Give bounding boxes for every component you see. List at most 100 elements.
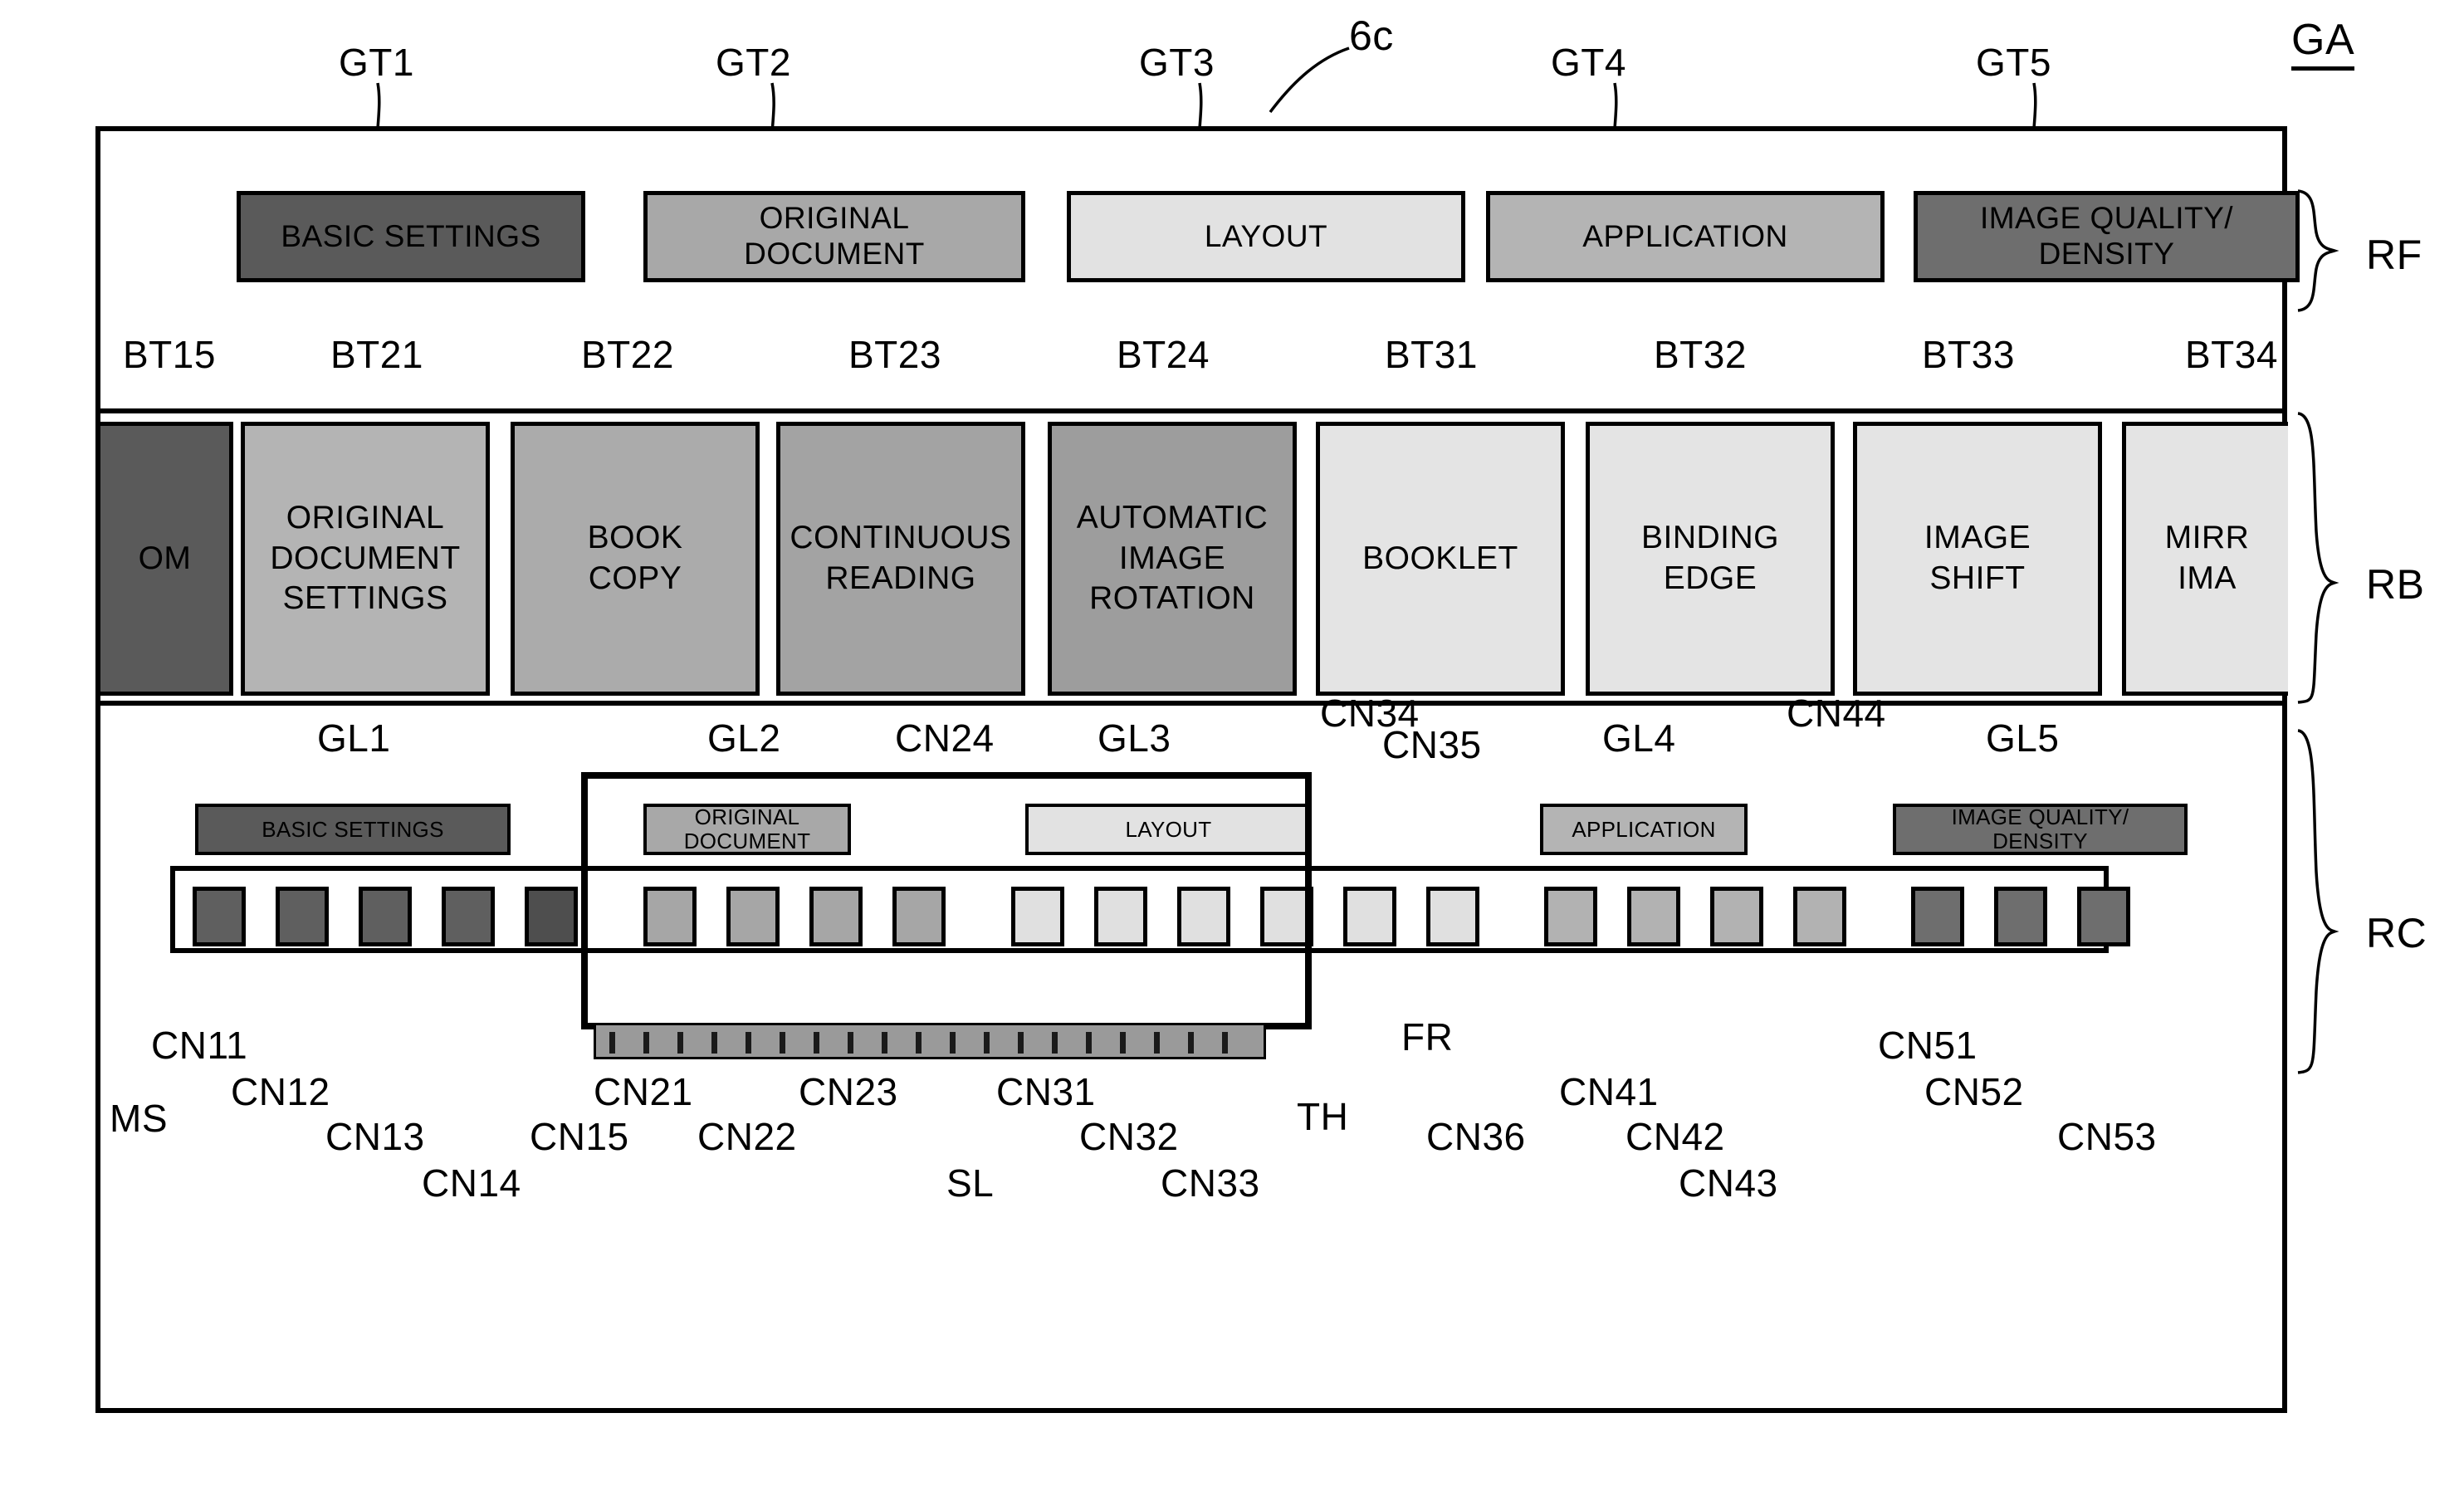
- callout-gl1: GL1: [317, 716, 391, 760]
- callout-cn22: CN22: [697, 1115, 797, 1158]
- minimap-chip-cn51[interactable]: [1911, 887, 1964, 946]
- label-text: BOOK COPY: [587, 520, 683, 596]
- callout-cn44: CN44: [1787, 692, 1886, 735]
- group-label-application[interactable]: APPLICATION: [1540, 804, 1748, 855]
- label-text: OM: [138, 540, 192, 576]
- label-text: APPLICATION: [1572, 816, 1716, 842]
- callout-bt23: BT23: [848, 333, 941, 376]
- callout-cn52: CN52: [1924, 1070, 2024, 1113]
- group-label-image-quality[interactable]: IMAGE QUALITY/DENSITY: [1893, 804, 2188, 855]
- button-continuous-reading[interactable]: CONTINUOUS READING: [776, 422, 1025, 696]
- callout-cn11: CN11: [151, 1024, 248, 1067]
- button-booklet[interactable]: BOOKLET: [1316, 422, 1565, 696]
- slider-tick: [609, 1032, 615, 1054]
- callout-gt4: GT4: [1551, 41, 1626, 84]
- minimap-chip-cn42[interactable]: [1627, 887, 1680, 946]
- tab-layout[interactable]: LAYOUT: [1067, 191, 1465, 282]
- minimap-chip-cn13[interactable]: [359, 887, 412, 946]
- figure-id-label: GA: [2291, 15, 2355, 71]
- callout-cn33: CN33: [1161, 1161, 1260, 1205]
- callout-cn36: CN36: [1426, 1115, 1526, 1158]
- callout-gt1: GT1: [339, 41, 414, 84]
- callout-cn24: CN24: [895, 716, 995, 760]
- button-mirror-image[interactable]: MIRR IMA: [2122, 422, 2288, 696]
- callout-gl4: GL4: [1602, 716, 1676, 760]
- slider-tick: [711, 1032, 717, 1054]
- slider-tick: [1120, 1032, 1126, 1054]
- callout-bt24: BT24: [1117, 333, 1210, 376]
- callout-th: TH: [1297, 1095, 1349, 1138]
- slider-tick: [950, 1032, 956, 1054]
- slider-tick: [882, 1032, 887, 1054]
- callout-ms: MS: [110, 1097, 168, 1140]
- callout-fr: FR: [1401, 1015, 1454, 1059]
- callout-cn43: CN43: [1679, 1161, 1778, 1205]
- callout-cn23: CN23: [799, 1070, 898, 1113]
- minimap-chip-cn44[interactable]: [1793, 887, 1846, 946]
- button-image-shift[interactable]: IMAGE SHIFT: [1853, 422, 2102, 696]
- slider-tick: [848, 1032, 853, 1054]
- slider-tick: [916, 1032, 922, 1054]
- minimap-chip-cn35[interactable]: [1343, 887, 1396, 946]
- tab-original-document[interactable]: ORIGINAL DOCUMENT: [643, 191, 1025, 282]
- minimap-chip-cn11[interactable]: [193, 887, 246, 946]
- callout-cn41: CN41: [1559, 1070, 1659, 1113]
- callout-gt3: GT3: [1139, 41, 1215, 84]
- label-text: ORIGINAL DOCUMENT SETTINGS: [270, 499, 461, 617]
- callout-cn42: CN42: [1626, 1115, 1725, 1158]
- slider-tick: [984, 1032, 990, 1054]
- label-text: IMAGE QUALITY/DENSITY: [1979, 201, 2234, 271]
- bracket-label-rc: RC: [2366, 910, 2427, 956]
- callout-cn53: CN53: [2057, 1115, 2157, 1158]
- tab-basic-settings[interactable]: BASIC SETTINGS: [237, 191, 585, 282]
- callout-bt32: BT32: [1654, 333, 1747, 376]
- slider-tick: [1222, 1032, 1228, 1054]
- callout-bt34: BT34: [2185, 333, 2278, 376]
- label-text: BASIC SETTINGS: [281, 218, 541, 253]
- minimap-chip-cn12[interactable]: [276, 887, 329, 946]
- callout-cn21: CN21: [594, 1070, 693, 1113]
- minimap-chip-cn52[interactable]: [1994, 887, 2047, 946]
- minimap-chip-cn41[interactable]: [1544, 887, 1597, 946]
- slider-tick: [1154, 1032, 1160, 1054]
- label-text: AUTOMATIC IMAGE ROTATION: [1076, 499, 1269, 617]
- slider-tick: [677, 1032, 683, 1054]
- slider-thumb[interactable]: [594, 1023, 1266, 1059]
- label-text: ORIGINAL DOCUMENT: [744, 201, 925, 271]
- slider-tick: [814, 1032, 819, 1054]
- callout-bt31: BT31: [1385, 333, 1478, 376]
- bracket-label-rf: RF: [2366, 232, 2422, 278]
- callout-sl: SL: [946, 1161, 995, 1205]
- divider-rf-rb: [95, 408, 2287, 413]
- divider-rb-rc: [95, 701, 2287, 706]
- label-text: BASIC SETTINGS: [262, 816, 444, 842]
- tab-image-quality[interactable]: IMAGE QUALITY/DENSITY: [1914, 191, 2300, 282]
- bracket-label-rb: RB: [2366, 561, 2425, 608]
- minimap-chip-cn53[interactable]: [2077, 887, 2130, 946]
- minimap-chip-cn36[interactable]: [1426, 887, 1479, 946]
- callout-bt21: BT21: [330, 333, 423, 376]
- callout-cn14: CN14: [422, 1161, 521, 1205]
- label-text: IMAGE QUALITY/DENSITY: [1951, 804, 2129, 853]
- slider-tick: [1086, 1032, 1092, 1054]
- label-text: LAYOUT: [1204, 218, 1328, 253]
- figure-outer-frame: [95, 126, 2287, 1413]
- selection-frame[interactable]: [581, 772, 1312, 1029]
- label-text: MIRR IMA: [2164, 520, 2250, 596]
- callout-gl3: GL3: [1098, 716, 1171, 760]
- button-binding-edge[interactable]: BINDING EDGE: [1586, 422, 1835, 696]
- minimap-chip-cn15[interactable]: [525, 887, 578, 946]
- minimap-chip-cn43[interactable]: [1710, 887, 1763, 946]
- button-automatic-image-rotation[interactable]: AUTOMATIC IMAGE ROTATION: [1048, 422, 1297, 696]
- callout-cn35: CN35: [1382, 723, 1482, 766]
- button-om[interactable]: OM: [100, 422, 233, 696]
- button-book-copy[interactable]: BOOK COPY: [511, 422, 760, 696]
- button-original-doc-settings[interactable]: ORIGINAL DOCUMENT SETTINGS: [241, 422, 490, 696]
- callout-cn12: CN12: [231, 1070, 330, 1113]
- slider-tick: [643, 1032, 649, 1054]
- group-label-basic-settings[interactable]: BASIC SETTINGS: [195, 804, 511, 855]
- callout-gl5: GL5: [1986, 716, 2060, 760]
- tab-application[interactable]: APPLICATION: [1486, 191, 1885, 282]
- callout-bt33: BT33: [1922, 333, 2015, 376]
- minimap-chip-cn14[interactable]: [442, 887, 495, 946]
